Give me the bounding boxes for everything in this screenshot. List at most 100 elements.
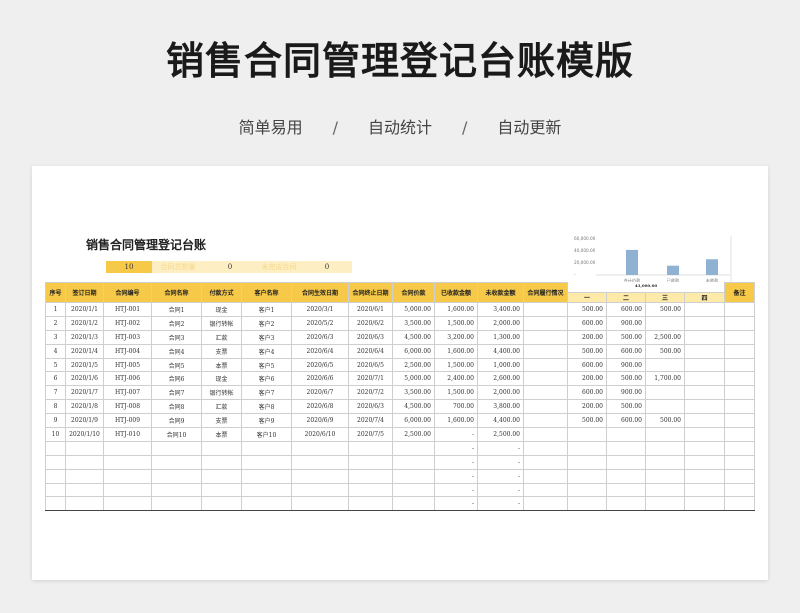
table-cell[interactable]: 1,600.00 bbox=[434, 302, 478, 317]
table-cell[interactable]: 现金 bbox=[201, 371, 242, 387]
table-cell[interactable]: 3,800.00 bbox=[477, 399, 524, 415]
table-cell[interactable]: 6,000.00 bbox=[392, 343, 435, 359]
table-cell[interactable]: 支票 bbox=[201, 413, 242, 429]
table-cell[interactable] bbox=[724, 454, 756, 470]
table-cell[interactable] bbox=[683, 357, 726, 373]
table-cell[interactable]: 2,600.00 bbox=[477, 371, 524, 387]
table-cell[interactable] bbox=[45, 454, 66, 470]
col-header[interactable]: 序号 bbox=[45, 282, 66, 303]
table-cell[interactable]: 600.00 bbox=[567, 357, 607, 373]
table-cell[interactable] bbox=[683, 329, 726, 345]
table-cell[interactable]: 2,500.00 bbox=[645, 329, 685, 345]
table-cell[interactable]: 1,600.00 bbox=[434, 343, 478, 359]
table-cell[interactable] bbox=[151, 454, 202, 470]
table-cell[interactable] bbox=[523, 496, 568, 512]
table-cell[interactable]: 500.00 bbox=[567, 343, 607, 359]
table-row[interactable]: -- bbox=[45, 454, 756, 470]
table-cell[interactable]: 10 bbox=[45, 427, 66, 442]
table-cell[interactable]: 2,400.00 bbox=[434, 371, 478, 387]
table-cell[interactable] bbox=[724, 440, 756, 456]
table-cell[interactable] bbox=[392, 468, 435, 484]
table-cell[interactable]: 500.00 bbox=[645, 343, 685, 359]
table-cell[interactable] bbox=[724, 371, 756, 387]
table-cell[interactable] bbox=[523, 385, 568, 401]
table-cell[interactable] bbox=[567, 427, 607, 442]
table-cell[interactable]: 2020/1/9 bbox=[65, 413, 104, 429]
table-cell[interactable]: 2020/5/2 bbox=[291, 315, 349, 331]
table-cell[interactable] bbox=[724, 343, 756, 359]
table-cell[interactable] bbox=[392, 496, 435, 512]
table-cell[interactable]: 9 bbox=[45, 413, 66, 429]
table-cell[interactable]: 500.00 bbox=[567, 413, 607, 429]
table-cell[interactable]: 2,000.00 bbox=[477, 315, 524, 331]
table-cell[interactable] bbox=[645, 468, 685, 484]
table-cell[interactable] bbox=[683, 385, 726, 401]
table-cell[interactable] bbox=[45, 468, 66, 484]
table-cell[interactable] bbox=[683, 496, 726, 512]
table-cell[interactable]: 500.00 bbox=[645, 302, 685, 317]
table-cell[interactable] bbox=[45, 482, 66, 498]
table-cell[interactable]: 客户6 bbox=[241, 371, 292, 387]
table-cell[interactable] bbox=[241, 468, 292, 484]
table-cell[interactable]: 3,500.00 bbox=[392, 385, 435, 401]
col-header[interactable]: 合同价款 bbox=[392, 282, 435, 303]
installment-header[interactable]: 四 bbox=[683, 292, 726, 303]
table-cell[interactable]: 7 bbox=[45, 385, 66, 401]
table-cell[interactable]: 1,500.00 bbox=[434, 385, 478, 401]
col-header[interactable]: 客户名称 bbox=[241, 282, 292, 303]
table-cell[interactable]: 2020/6/6 bbox=[291, 371, 349, 387]
installment-header[interactable]: 一 bbox=[567, 292, 607, 303]
table-cell[interactable] bbox=[683, 468, 726, 484]
table-cell[interactable]: 2,500.00 bbox=[392, 357, 435, 373]
table-cell[interactable] bbox=[241, 440, 292, 456]
table-cell[interactable] bbox=[291, 496, 349, 512]
table-cell[interactable]: 2020/1/6 bbox=[65, 371, 104, 387]
col-header[interactable]: 合同终止日期 bbox=[348, 282, 393, 303]
table-row[interactable]: -- bbox=[45, 468, 756, 484]
table-cell[interactable]: 2020/7/1 bbox=[348, 371, 393, 387]
table-cell[interactable]: - bbox=[434, 440, 478, 456]
table-cell[interactable] bbox=[724, 315, 756, 331]
table-cell[interactable] bbox=[103, 454, 152, 470]
table-cell[interactable]: 本票 bbox=[201, 427, 242, 442]
table-cell[interactable] bbox=[523, 482, 568, 498]
table-cell[interactable]: 3 bbox=[45, 329, 66, 345]
table-cell[interactable] bbox=[241, 454, 292, 470]
table-cell[interactable]: 1,500.00 bbox=[434, 315, 478, 331]
table-cell[interactable]: 客户4 bbox=[241, 343, 292, 359]
table-cell[interactable] bbox=[151, 468, 202, 484]
table-cell[interactable]: 1,000.00 bbox=[477, 357, 524, 373]
table-cell[interactable]: 1,700.00 bbox=[645, 371, 685, 387]
table-cell[interactable]: 1 bbox=[45, 302, 66, 317]
table-cell[interactable] bbox=[65, 468, 104, 484]
table-cell[interactable]: - bbox=[477, 496, 524, 512]
table-cell[interactable]: 2,000.00 bbox=[477, 385, 524, 401]
table-cell[interactable]: 银行转帐 bbox=[201, 385, 242, 401]
table-row[interactable]: -- bbox=[45, 496, 756, 512]
table-cell[interactable]: 现金 bbox=[201, 302, 242, 317]
table-cell[interactable] bbox=[567, 440, 607, 456]
table-cell[interactable] bbox=[724, 302, 756, 317]
table-cell[interactable]: 支票 bbox=[201, 343, 242, 359]
table-cell[interactable] bbox=[606, 496, 646, 512]
table-cell[interactable]: 4,500.00 bbox=[392, 399, 435, 415]
table-cell[interactable] bbox=[65, 440, 104, 456]
table-row[interactable]: 5 2020/1/5 HTJ-005 合同5 本票 客户5 2020/6/5 2020/6/5… bbox=[45, 357, 756, 373]
table-cell[interactable]: 4,500.00 bbox=[392, 329, 435, 345]
table-cell[interactable]: 600.00 bbox=[606, 413, 646, 429]
table-cell[interactable]: - bbox=[434, 482, 478, 498]
table-cell[interactable]: HTJ-003 bbox=[103, 329, 152, 345]
table-cell[interactable] bbox=[291, 440, 349, 456]
table-cell[interactable]: 200.00 bbox=[567, 371, 607, 387]
table-cell[interactable]: 6,000.00 bbox=[392, 413, 435, 429]
table-cell[interactable]: 合同3 bbox=[151, 329, 202, 345]
table-cell[interactable] bbox=[567, 482, 607, 498]
table-cell[interactable] bbox=[103, 440, 152, 456]
table-cell[interactable] bbox=[103, 482, 152, 498]
table-cell[interactable]: 600.00 bbox=[567, 385, 607, 401]
table-cell[interactable]: 客户7 bbox=[241, 385, 292, 401]
table-cell[interactable]: 客户8 bbox=[241, 399, 292, 415]
table-cell[interactable] bbox=[683, 454, 726, 470]
table-cell[interactable] bbox=[65, 482, 104, 498]
table-cell[interactable] bbox=[645, 427, 685, 442]
